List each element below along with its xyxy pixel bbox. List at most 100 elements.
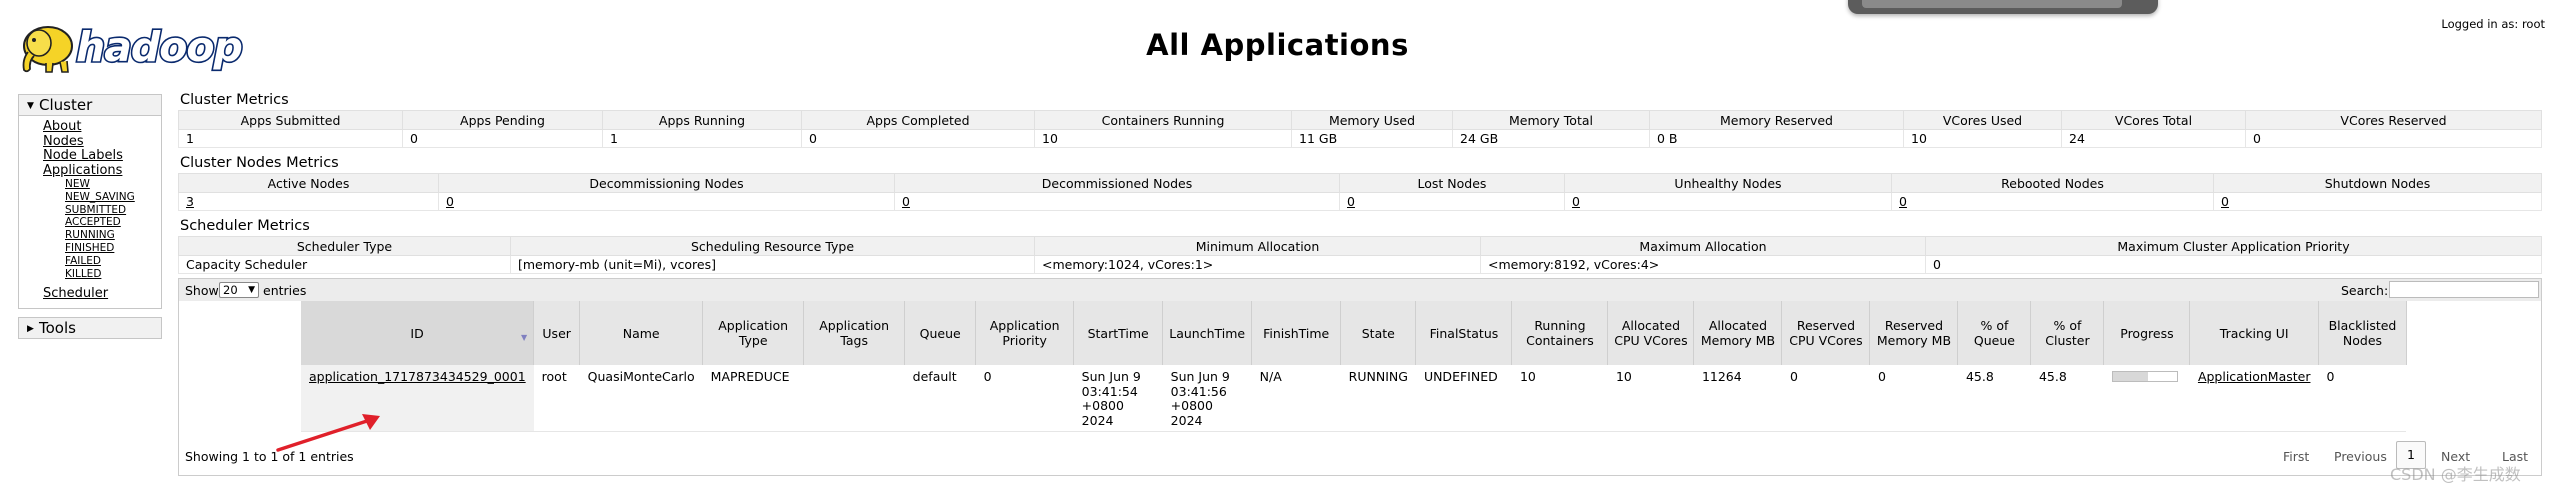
logged-in-user: Logged in as: root — [2441, 17, 2545, 31]
cell-percent-queue: 45.8 — [1957, 365, 2031, 432]
sidebar-link-state-killed[interactable]: KILLED — [65, 268, 161, 281]
column-header-running-containers[interactable]: Running Containers — [1511, 301, 1609, 365]
cell-reserved-vcores: 0 — [1781, 365, 1870, 432]
cell-start-time: Sun Jun 9 03:41:54 +0800 2024 — [1073, 365, 1163, 432]
sidebar-link-state-failed[interactable]: FAILED — [65, 255, 161, 268]
red-arrow-annotation — [276, 414, 380, 452]
metric-value: 0 B — [1649, 129, 1904, 148]
metric-value: <memory:8192, vCores:4> — [1480, 255, 1926, 274]
column-header-percent-of-queue[interactable]: % of Queue — [1957, 301, 2032, 365]
metric-header: Shutdown Nodes — [2213, 173, 2542, 193]
sidebar-link-state-running[interactable]: RUNNING — [65, 229, 161, 242]
chevron-down-icon: ▼ — [248, 285, 255, 295]
column-header-state[interactable]: State — [1340, 301, 1417, 365]
column-header-reserved-cpu-vcores[interactable]: Reserved CPU VCores — [1781, 301, 1871, 365]
column-header-blacklisted-nodes[interactable]: Blacklisted Nodes — [2318, 301, 2407, 365]
lost-nodes-count[interactable]: 0 — [1347, 194, 1355, 209]
metric-header: Memory Used — [1291, 110, 1453, 130]
unhealthy-nodes-count[interactable]: 0 — [1572, 194, 1580, 209]
column-header-finish-time[interactable]: FinishTime — [1251, 301, 1342, 365]
metric-header: Active Nodes — [178, 173, 439, 193]
shutdown-nodes-link[interactable]: 0 — [2213, 192, 2542, 211]
column-header-allocated-memory-mb[interactable]: Allocated Memory MB — [1693, 301, 1783, 365]
metric-value: 10 — [1903, 129, 2062, 148]
entries-per-page-select[interactable]: 20 ▼ — [219, 282, 259, 298]
sidebar-link-state-submitted[interactable]: SUBMITTED — [65, 204, 161, 217]
column-header-application-type[interactable]: Application Type — [702, 301, 805, 365]
column-header-application-priority[interactable]: Application Priority — [975, 301, 1075, 365]
column-header-name[interactable]: Name — [579, 301, 704, 365]
app-state-links: NEW NEW_SAVING SUBMITTED ACCEPTED RUNNIN… — [43, 178, 161, 280]
cell-blacklisted: 0 — [2318, 365, 2407, 432]
cluster-metrics-title: Cluster Metrics — [180, 92, 289, 108]
metric-value: 1 — [602, 129, 802, 148]
column-header-reserved-memory-mb[interactable]: Reserved Memory MB — [1869, 301, 1959, 365]
cluster-section-header[interactable]: ▼ Cluster — [18, 94, 162, 116]
active-nodes-count[interactable]: 3 — [186, 194, 194, 209]
metric-header: VCores Used — [1903, 110, 2062, 130]
column-header-launch-time[interactable]: LaunchTime — [1162, 301, 1253, 365]
cell-name: QuasiMonteCarlo — [579, 365, 703, 432]
active-nodes-link[interactable]: 3 — [178, 192, 439, 211]
shutdown-nodes-count[interactable]: 0 — [2221, 194, 2229, 209]
pager-first[interactable]: First — [2283, 449, 2309, 464]
rebooted-nodes-count[interactable]: 0 — [1899, 194, 1907, 209]
cell-tracking-ui[interactable]: ApplicationMaster — [2189, 365, 2319, 432]
sidebar-link-node-labels[interactable]: Node Labels — [43, 148, 161, 164]
metric-header: Decommissioning Nodes — [438, 173, 895, 193]
entries-label: entries — [263, 283, 307, 298]
unhealthy-nodes-link[interactable]: 0 — [1564, 192, 1892, 211]
cell-finish-time: N/A — [1251, 365, 1341, 432]
sidebar-link-applications[interactable]: Applications — [43, 163, 161, 179]
metric-header: Apps Running — [602, 110, 802, 130]
sidebar-link-nodes[interactable]: Nodes — [43, 134, 161, 150]
column-header-start-time[interactable]: StartTime — [1073, 301, 1164, 365]
sidebar-link-state-new[interactable]: NEW — [65, 178, 161, 191]
column-header-final-status[interactable]: FinalStatus — [1415, 301, 1513, 365]
sidebar-link-about[interactable]: About — [43, 119, 161, 135]
decommissioning-nodes-count[interactable]: 0 — [446, 194, 454, 209]
expand-triangle-icon: ▶ — [27, 323, 34, 334]
application-id-link[interactable]: application_1717873434529_0001 — [309, 369, 526, 384]
cell-running-containers: 10 — [1511, 365, 1608, 432]
pager-previous[interactable]: Previous — [2334, 449, 2387, 464]
sort-desc-icon: ▼ — [521, 333, 528, 342]
cell-allocated-memory: 11264 — [1693, 365, 1782, 432]
column-header-user[interactable]: User — [533, 301, 581, 365]
metric-value: 24 — [2061, 129, 2246, 148]
decommissioned-nodes-count[interactable]: 0 — [902, 194, 910, 209]
column-header-progress[interactable]: Progress — [2103, 301, 2191, 365]
column-header-application-tags[interactable]: Application Tags — [803, 301, 906, 365]
metric-header: Apps Submitted — [178, 110, 403, 130]
search-input[interactable] — [2389, 281, 2539, 298]
node-metrics-title: Cluster Nodes Metrics — [180, 155, 339, 171]
column-header-tracking-ui[interactable]: Tracking UI — [2189, 301, 2319, 365]
overlay-window-handle — [1862, 0, 2122, 8]
column-header-percent-of-cluster[interactable]: % of Cluster — [2030, 301, 2105, 365]
datatable-toolbar: Show 20 ▼ entries Search: — [179, 279, 2541, 301]
column-header-id[interactable]: ID ▼ — [301, 301, 535, 365]
tracking-ui-link[interactable]: ApplicationMaster — [2198, 369, 2311, 384]
lost-nodes-link[interactable]: 0 — [1339, 192, 1565, 211]
column-header-allocated-cpu-vcores[interactable]: Allocated CPU VCores — [1607, 301, 1695, 365]
sidebar-link-state-accepted[interactable]: ACCEPTED — [65, 216, 161, 229]
metric-value: [memory-mb (unit=Mi), vcores] — [510, 255, 1035, 274]
sidebar-link-scheduler[interactable]: Scheduler — [43, 287, 161, 302]
node-metrics-value-row: 3 0 0 0 0 0 0 — [178, 192, 2542, 211]
cell-allocated-vcores: 10 — [1607, 365, 1694, 432]
page-title: All Applications — [1146, 28, 1409, 62]
table-row: application_1717873434529_0001 root Quas… — [301, 365, 2407, 432]
tools-section-header[interactable]: ▶ Tools — [18, 316, 162, 339]
cell-tags — [803, 365, 905, 432]
main-content: Cluster Metrics Apps Submitted Apps Pend… — [178, 90, 2542, 476]
sidebar-link-state-new-saving[interactable]: NEW_SAVING — [65, 191, 161, 204]
decommissioning-nodes-link[interactable]: 0 — [438, 192, 895, 211]
decommissioned-nodes-link[interactable]: 0 — [894, 192, 1340, 211]
cell-queue: default — [904, 365, 976, 432]
cluster-section-body: About Nodes Node Labels Applications NEW… — [18, 116, 162, 309]
metric-header: VCores Reserved — [2245, 110, 2542, 130]
column-header-queue[interactable]: Queue — [904, 301, 977, 365]
node-metrics-table: Active Nodes Decommissioning Nodes Decom… — [178, 173, 2542, 211]
rebooted-nodes-link[interactable]: 0 — [1891, 192, 2214, 211]
sidebar-link-state-finished[interactable]: FINISHED — [65, 242, 161, 255]
